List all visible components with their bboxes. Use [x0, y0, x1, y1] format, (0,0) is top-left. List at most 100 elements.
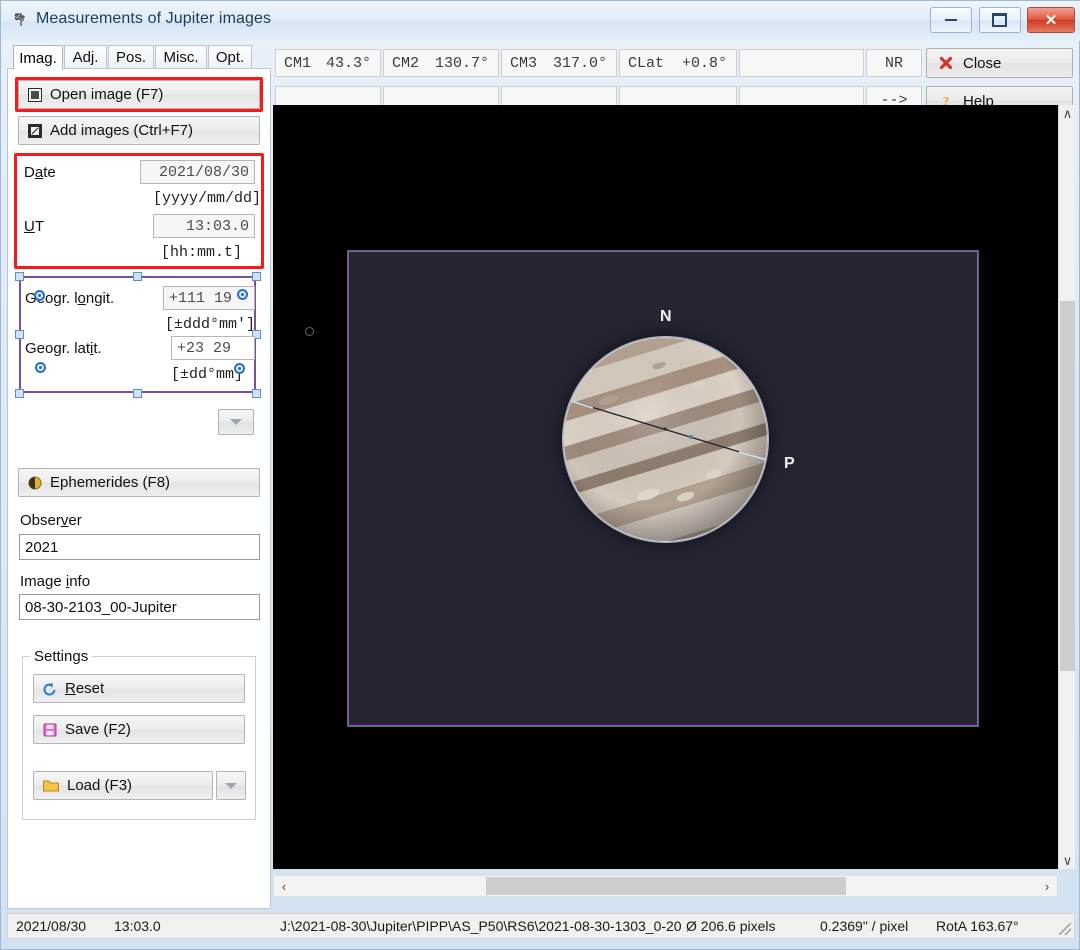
date-label: Date	[24, 164, 56, 181]
latitude-input[interactable]: +23 29	[171, 336, 255, 360]
cm1-value: 43.3°	[325, 54, 371, 72]
close-button-label: Close	[963, 54, 1002, 72]
resize-grip[interactable]	[1059, 923, 1071, 935]
clat-key: CLat	[628, 54, 665, 72]
status-scale: 0.2369" / pixel	[820, 918, 909, 934]
add-images-label: Add images (Ctrl+F7)	[50, 122, 193, 139]
close-window-button[interactable]: ✕	[1027, 7, 1075, 33]
tab-adj[interactable]: Adj.	[64, 45, 107, 69]
cm1-key: CM1	[284, 54, 312, 72]
preceding-label: P	[784, 455, 795, 472]
north-label: N	[660, 308, 672, 325]
selection-handle-tl[interactable]	[15, 272, 24, 281]
status-file-path: J:\2021-08-30\Jupiter\PIPP\AS_P50\RS6\20…	[280, 918, 682, 934]
save-button[interactable]: Save (F2)	[33, 715, 245, 744]
folder-icon	[43, 779, 59, 792]
image-canvas[interactable]: N P	[273, 105, 1058, 869]
cm2-key: CM2	[392, 54, 420, 72]
status-bar: 2021/08/30 13:03.0 J:\2021-08-30\Jupiter…	[7, 913, 1075, 939]
cm2-field[interactable]: CM2 130.7°	[383, 49, 499, 77]
scroll-down-button[interactable]: ∨	[1059, 852, 1076, 869]
ut-input[interactable]: 13:03.0	[153, 214, 255, 238]
selection-handle-bc[interactable]	[133, 389, 142, 398]
chevron-down-icon	[225, 782, 237, 789]
horizontal-scroll-thumb[interactable]	[486, 877, 846, 895]
maximize-button[interactable]	[978, 7, 1021, 33]
application-window: Measurements of Jupiter images ✕ Imag. A…	[0, 0, 1080, 950]
selection-handle-br[interactable]	[252, 389, 261, 398]
latitude-format-hint: [±dd°mm]	[171, 366, 244, 383]
latitude-marker-dot[interactable]	[35, 362, 46, 373]
window-controls: ✕	[928, 7, 1075, 35]
close-icon: ✕	[1044, 12, 1058, 29]
observer-input[interactable]: 2021	[19, 534, 260, 560]
longitude-marker-dot[interactable]	[34, 290, 45, 301]
scroll-left-button[interactable]: ‹	[274, 876, 294, 896]
clat-field[interactable]: CLat +0.8°	[619, 49, 737, 77]
ut-format-hint: [hh:mm.t]	[161, 244, 243, 261]
date-input[interactable]: 2021/08/30	[140, 160, 255, 184]
observer-label: Observer	[20, 512, 82, 529]
nr-field[interactable]: NR	[866, 49, 922, 77]
cm1-field[interactable]: CM1 43.3°	[275, 49, 381, 77]
reset-button[interactable]: Reset	[33, 674, 245, 703]
longitude-spin-dot[interactable]	[237, 289, 248, 300]
cm3-key: CM3	[510, 54, 538, 72]
nr-value: NR	[884, 54, 903, 72]
selection-handle-tc[interactable]	[133, 272, 142, 281]
ephemerides-icon	[28, 476, 42, 490]
cm3-value: 317.0°	[552, 54, 607, 72]
settings-group-title: Settings	[30, 648, 93, 665]
ephemerides-button[interactable]: Ephemerides (F8)	[18, 468, 260, 497]
reset-icon	[43, 682, 57, 696]
tab-pos-label: Pos.	[115, 49, 146, 66]
client-area: Imag. Adj. Pos. Misc. Opt. Open image (F…	[7, 41, 1075, 909]
tab-misc[interactable]: Misc.	[155, 45, 207, 69]
selection-handle-tr[interactable]	[252, 272, 261, 281]
date-format-hint: [yyyy/mm/dd]	[153, 190, 262, 207]
status-date: 2021/08/30	[16, 918, 87, 934]
expand-more-button[interactable]	[218, 409, 254, 435]
info-field-blank-1[interactable]	[739, 49, 864, 77]
minimize-button[interactable]	[930, 7, 973, 33]
close-button[interactable]: Close	[926, 48, 1073, 78]
app-icon	[11, 11, 31, 31]
left-panel: Imag. Adj. Pos. Misc. Opt. Open image (F…	[7, 41, 271, 909]
tab-adj-label: Adj.	[72, 49, 99, 66]
minimize-icon	[931, 8, 971, 32]
image-info-input[interactable]: 08-30-2103_00-Jupiter	[19, 594, 260, 620]
scroll-right-button[interactable]: ›	[1037, 876, 1057, 896]
add-images-button[interactable]: Add images (Ctrl+F7)	[18, 116, 260, 145]
tab-imag-label: Imag.	[19, 49, 57, 67]
load-button[interactable]: Load (F3)	[33, 771, 213, 800]
moon-marker-icon	[305, 327, 314, 336]
latitude-spin-dot[interactable]	[234, 363, 245, 374]
tab-opt-label: Opt.	[215, 49, 245, 66]
cm3-field[interactable]: CM3 317.0°	[501, 49, 617, 77]
status-diameter: Ø 206.6 pixels	[686, 918, 776, 934]
tab-panel-imag: Open image (F7) Add images (Ctrl+F7) Dat…	[7, 68, 271, 909]
tab-opt[interactable]: Opt.	[208, 45, 252, 69]
add-images-icon	[28, 123, 42, 138]
selection-handle-bl[interactable]	[15, 389, 24, 398]
tab-imag[interactable]: Imag.	[13, 45, 63, 70]
open-image-button[interactable]: Open image (F7)	[18, 80, 260, 109]
tab-pos[interactable]: Pos.	[108, 45, 154, 69]
ut-label: UT	[24, 218, 45, 235]
load-dropdown-button[interactable]	[216, 771, 246, 800]
vertical-scroll-thumb[interactable]	[1060, 301, 1075, 671]
horizontal-scrollbar[interactable]: ‹ ›	[273, 875, 1058, 897]
window-title: Measurements of Jupiter images	[36, 10, 272, 27]
save-disk-icon	[43, 723, 57, 737]
selection-handle-ml[interactable]	[15, 330, 24, 339]
open-image-label: Open image (F7)	[50, 86, 164, 103]
vertical-scrollbar[interactable]: ∧ ∨	[1058, 105, 1075, 869]
image-frame[interactable]: N P	[348, 251, 978, 726]
title-bar: Measurements of Jupiter images ✕	[1, 1, 1080, 41]
chevron-down-icon	[230, 419, 242, 425]
scroll-up-button[interactable]: ∧	[1059, 105, 1076, 122]
ephemerides-label: Ephemerides (F8)	[50, 474, 171, 491]
reset-label: Reset	[65, 680, 105, 697]
status-time: 13:03.0	[114, 918, 161, 934]
right-panel: CM1 43.3° CM2 130.7° CM3 317.0° CLat +0.…	[273, 41, 1075, 909]
